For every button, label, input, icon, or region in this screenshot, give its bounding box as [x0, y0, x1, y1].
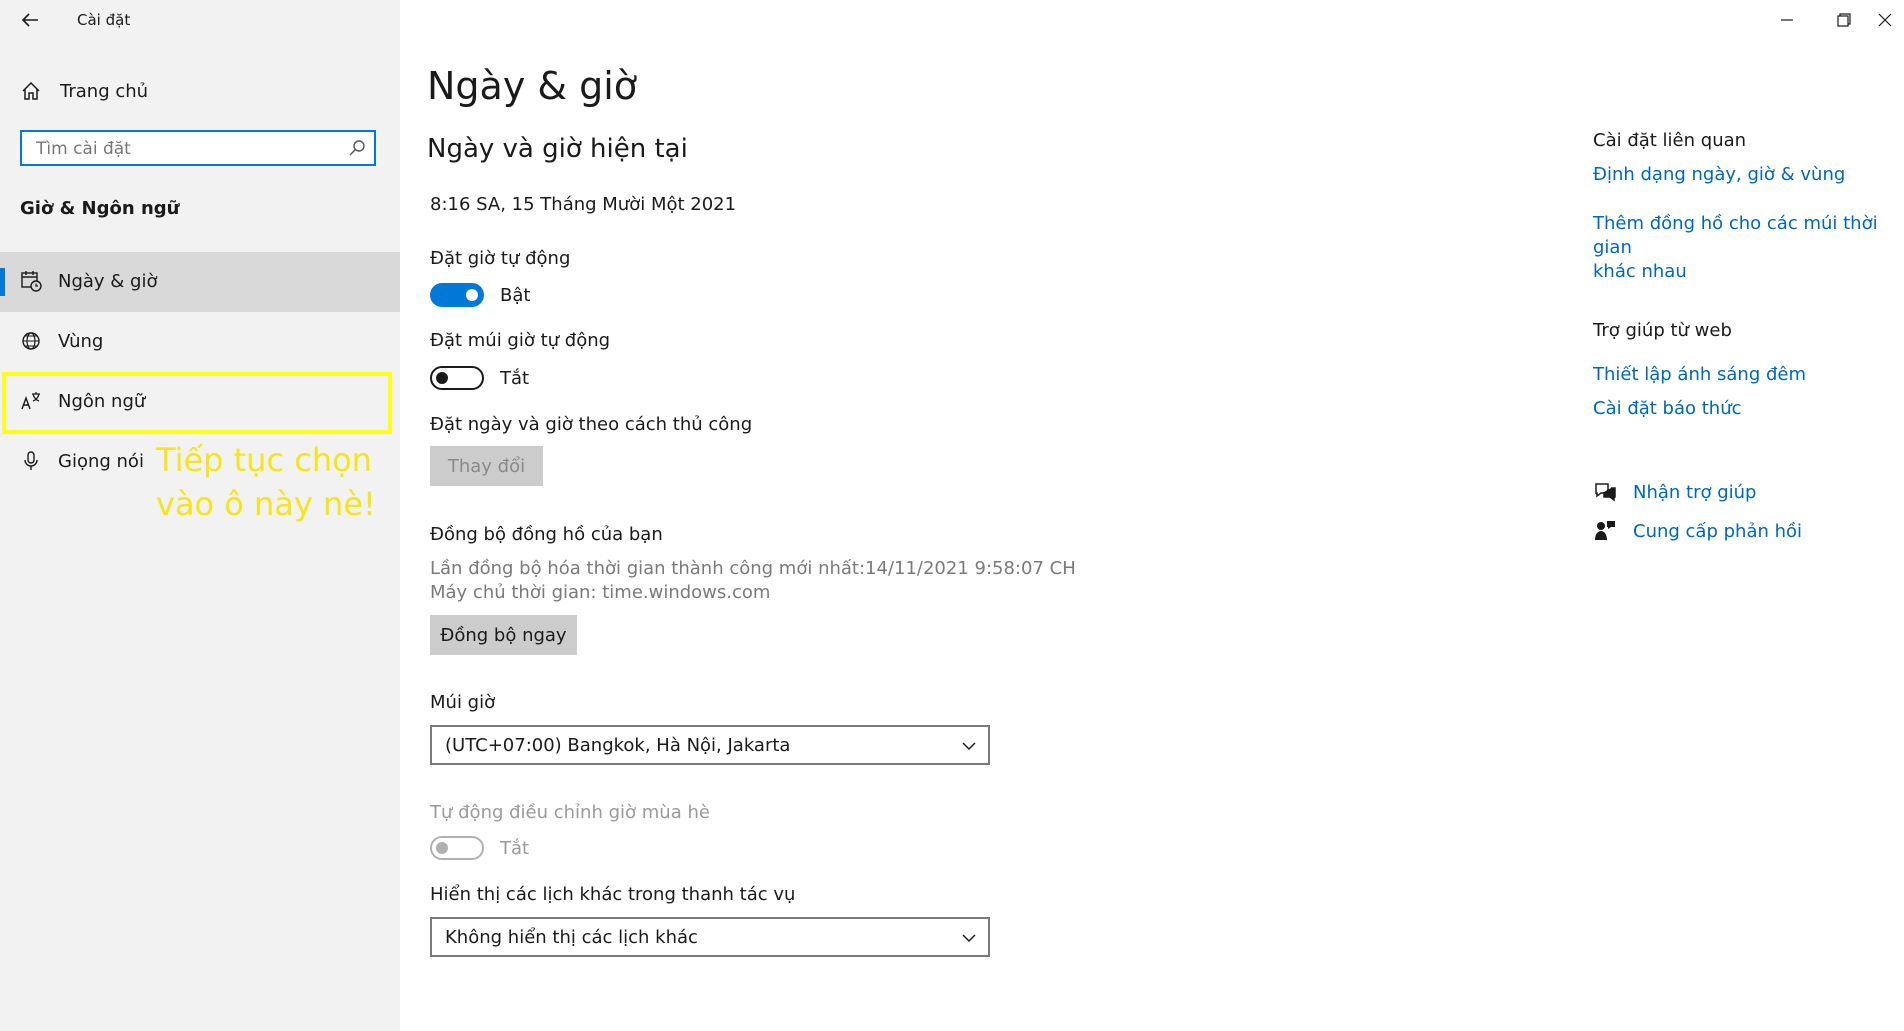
sidebar-item-label: Vùng	[58, 331, 104, 352]
annotation-line: vào ô này nè!	[156, 485, 376, 523]
link-line: khác nhau	[1593, 261, 1687, 282]
link-line: Thêm đồng hồ cho các múi thời gian	[1593, 213, 1878, 258]
add-clocks-link[interactable]: Thêm đồng hồ cho các múi thời gian khác …	[1593, 212, 1904, 284]
change-datetime-button[interactable]: Thay đổi	[430, 446, 543, 486]
microphone-icon	[24, 451, 38, 470]
current-datetime: 8:16 SA, 15 Tháng Mười Một 2021	[430, 194, 737, 215]
back-button[interactable]	[18, 8, 42, 32]
additional-calendars-dropdown[interactable]: Không hiển thị các lịch khác	[430, 917, 990, 957]
calendar-clock-icon	[21, 271, 42, 292]
dst-state: Tắt	[500, 838, 530, 859]
close-button[interactable]	[1870, 8, 1900, 32]
chevron-down-icon	[962, 934, 976, 943]
manual-datetime-label: Đặt ngày và giờ theo cách thủ công	[430, 414, 753, 435]
sync-now-button[interactable]: Đồng bộ ngay	[430, 615, 577, 655]
get-help-link[interactable]: Nhận trợ giúp	[1633, 482, 1757, 503]
additional-calendars-value: Không hiển thị các lịch khác	[445, 927, 698, 948]
current-datetime-heading: Ngày và giờ hiện tại	[427, 134, 688, 164]
sync-heading: Đồng bộ đồng hồ của bạn	[430, 524, 663, 545]
sidebar-item-label: Ngày & giờ	[58, 271, 158, 292]
page-title: Ngày & giờ	[427, 64, 638, 108]
sidebar-item-home[interactable]: Trang chủ	[0, 72, 400, 112]
alarm-settings-link[interactable]: Cài đặt báo thức	[1593, 398, 1742, 419]
date-time-region-format-link[interactable]: Định dạng ngày, giờ & vùng	[1593, 164, 1845, 185]
annotation-highlight-box	[2, 372, 392, 434]
auto-timezone-state: Tắt	[500, 368, 530, 389]
auto-time-toggle[interactable]	[430, 283, 484, 307]
feedback-icon	[1595, 521, 1615, 540]
window-title: Cài đặt	[77, 11, 131, 29]
chevron-down-icon	[962, 742, 976, 751]
minimize-icon	[1781, 19, 1793, 21]
back-arrow-icon	[21, 13, 38, 27]
search-box[interactable]	[20, 130, 376, 166]
annotation-text: Tiếp tục chọn vào ô này nè!	[156, 438, 376, 526]
time-server-text: Máy chủ thời gian: time.windows.com	[430, 582, 771, 603]
related-settings-heading: Cài đặt liên quan	[1593, 130, 1747, 151]
sidebar: Cài đặt Trang chủ Giờ & Ngôn ngữ Ngày & …	[0, 0, 400, 1031]
last-sync-text: Lần đồng bộ hóa thời gian thành công mới…	[430, 558, 1076, 579]
restore-icon	[1837, 13, 1851, 27]
auto-timezone-toggle[interactable]	[430, 366, 484, 390]
home-label: Trang chủ	[60, 81, 149, 102]
auto-timezone-label: Đặt múi giờ tự động	[430, 330, 611, 351]
search-icon[interactable]	[348, 139, 366, 157]
timezone-label: Múi giờ	[430, 692, 496, 713]
close-icon	[1878, 13, 1892, 27]
timezone-value: (UTC+07:00) Bangkok, Hà Nội, Jakarta	[445, 735, 791, 756]
sidebar-item-region[interactable]: Vùng	[0, 312, 400, 372]
help-chat-icon	[1595, 483, 1616, 502]
restore-button[interactable]	[1828, 8, 1858, 32]
additional-calendars-label: Hiển thị các lịch khác trong thanh tác v…	[430, 884, 796, 905]
night-light-link[interactable]: Thiết lập ánh sáng đêm	[1593, 364, 1806, 385]
auto-time-label: Đặt giờ tự động	[430, 248, 571, 269]
search-input[interactable]	[34, 136, 338, 162]
auto-time-state: Bật	[500, 285, 531, 306]
sidebar-item-date-time[interactable]: Ngày & giờ	[0, 252, 400, 312]
dst-label: Tự động điều chỉnh giờ mùa hè	[430, 802, 710, 823]
globe-icon	[22, 332, 40, 350]
annotation-line: Tiếp tục chọn	[156, 441, 372, 479]
timezone-dropdown[interactable]: (UTC+07:00) Bangkok, Hà Nội, Jakarta	[430, 725, 990, 765]
section-title: Giờ & Ngôn ngữ	[20, 198, 180, 219]
sidebar-item-label: Giọng nói	[58, 451, 144, 472]
feedback-link[interactable]: Cung cấp phản hồi	[1633, 521, 1802, 542]
dst-toggle[interactable]	[430, 836, 484, 860]
home-icon	[22, 81, 40, 100]
web-help-heading: Trợ giúp từ web	[1593, 320, 1732, 341]
minimize-button[interactable]	[1772, 8, 1802, 32]
